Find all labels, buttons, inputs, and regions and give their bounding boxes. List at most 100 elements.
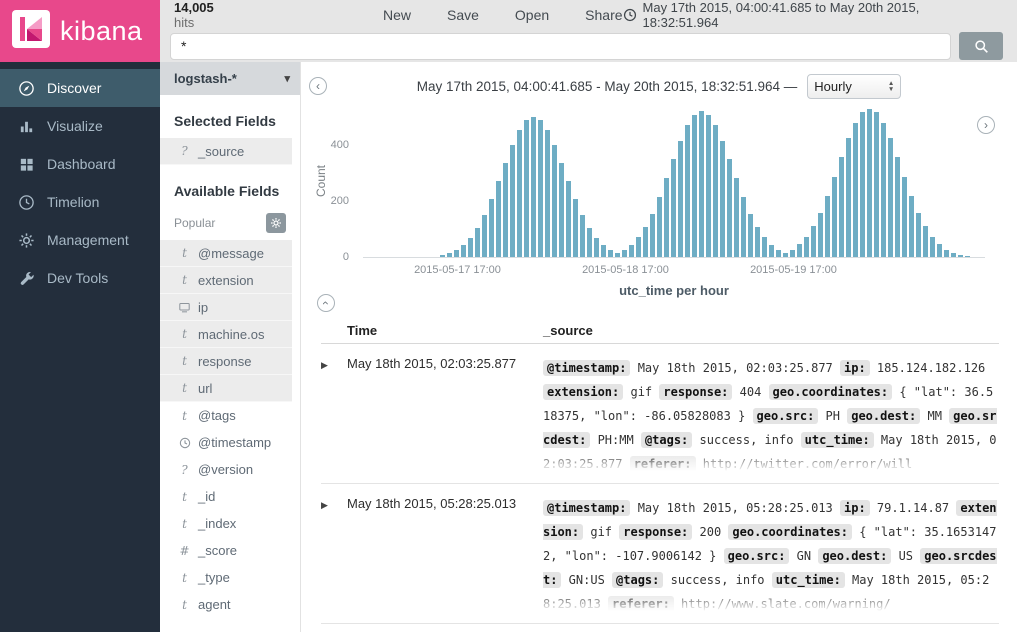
sidebar-item-dev-tools[interactable]: Dev Tools [0, 259, 160, 297]
histogram-bar[interactable] [944, 250, 949, 257]
histogram-bar[interactable] [678, 141, 683, 257]
field-extension[interactable]: textension [160, 267, 292, 294]
histogram-bar[interactable] [643, 227, 648, 257]
histogram-bar[interactable] [699, 111, 704, 257]
histogram-bar[interactable] [601, 245, 606, 257]
histogram-bar[interactable] [818, 213, 823, 257]
field--index[interactable]: t_index [174, 510, 286, 537]
expand-row-button[interactable]: ▶ [321, 356, 347, 474]
field--source[interactable]: ?_source [160, 138, 292, 165]
field--timestamp[interactable]: @timestamp [174, 429, 286, 456]
histogram-bar[interactable] [692, 115, 697, 257]
histogram-bar[interactable] [657, 197, 662, 257]
histogram-bar[interactable] [755, 227, 760, 257]
histogram-bar[interactable] [629, 245, 634, 257]
field--message[interactable]: t@message [160, 240, 292, 267]
column-header-time[interactable]: Time [347, 323, 543, 338]
histogram-bar[interactable] [615, 253, 620, 257]
histogram-bar[interactable] [489, 199, 494, 257]
histogram-bar[interactable] [559, 163, 564, 257]
histogram-bar[interactable] [937, 244, 942, 257]
field-settings-button[interactable] [266, 213, 286, 233]
histogram-bar[interactable] [454, 250, 459, 257]
histogram-bar[interactable] [685, 125, 690, 257]
search-button[interactable] [959, 32, 1003, 60]
sidebar-item-discover[interactable]: Discover [0, 69, 160, 107]
histogram-bar[interactable] [566, 181, 571, 257]
field--tags[interactable]: t@tags [174, 402, 286, 429]
histogram-bar[interactable] [951, 253, 956, 257]
histogram-bar[interactable] [776, 250, 781, 257]
histogram-bar[interactable] [706, 115, 711, 257]
histogram-bar[interactable] [622, 250, 627, 257]
histogram-bar[interactable] [769, 245, 774, 257]
histogram-bar[interactable] [853, 123, 858, 257]
sidebar-item-visualize[interactable]: Visualize [0, 107, 160, 145]
histogram-bar[interactable] [895, 157, 900, 257]
histogram-bar[interactable] [468, 238, 473, 257]
expand-row-button[interactable]: ▶ [321, 496, 347, 614]
sidebar-item-dashboard[interactable]: Dashboard [0, 145, 160, 183]
interval-select[interactable]: Hourly ▲▼ [807, 74, 901, 99]
histogram-bar[interactable] [664, 178, 669, 257]
histogram-bar[interactable] [839, 157, 844, 257]
nav-save-link[interactable]: Save [447, 7, 479, 23]
histogram-bar[interactable] [790, 250, 795, 257]
histogram-bar[interactable] [587, 228, 592, 257]
nav-share-link[interactable]: Share [585, 7, 622, 23]
histogram-bar[interactable] [741, 197, 746, 257]
field-response[interactable]: tresponse [160, 348, 292, 375]
histogram-bar[interactable] [909, 196, 914, 257]
histogram-bar[interactable] [475, 228, 480, 257]
histogram-bar[interactable] [762, 237, 767, 257]
histogram-bar[interactable] [503, 163, 508, 257]
histogram-bar[interactable] [461, 245, 466, 257]
histogram-bar[interactable] [916, 213, 921, 257]
search-input[interactable] [170, 33, 951, 60]
histogram-bar[interactable] [531, 117, 536, 257]
field-url[interactable]: turl [160, 375, 292, 402]
histogram-bar[interactable] [965, 256, 970, 257]
histogram-bar[interactable] [538, 120, 543, 257]
field-agent[interactable]: tagent [174, 591, 286, 618]
histogram-bar[interactable] [447, 253, 452, 257]
nav-open-link[interactable]: Open [515, 7, 549, 23]
histogram-bar[interactable] [958, 255, 963, 257]
histogram-bar[interactable] [510, 145, 515, 257]
histogram-bar[interactable] [482, 215, 487, 257]
histogram-bar[interactable] [811, 226, 816, 257]
histogram-bar[interactable] [923, 226, 928, 257]
histogram-bar[interactable] [608, 250, 613, 257]
histogram-bar[interactable] [671, 159, 676, 257]
histogram-bar[interactable] [573, 199, 578, 257]
timepicker-button[interactable]: May 17th 2015, 04:00:41.685 to May 20th … [623, 0, 995, 30]
histogram-bar[interactable] [888, 138, 893, 257]
collapse-chart-button[interactable]: ‹ [317, 294, 335, 312]
kibana-logo-icon[interactable] [12, 10, 50, 53]
histogram-bar[interactable] [545, 130, 550, 257]
histogram-bar[interactable] [881, 123, 886, 257]
histogram-bar[interactable] [440, 255, 445, 257]
histogram-bar[interactable] [902, 177, 907, 257]
histogram-bar[interactable] [496, 181, 501, 257]
histogram-bar[interactable] [580, 215, 585, 257]
sidebar-item-timelion[interactable]: Timelion [0, 183, 160, 221]
field--version[interactable]: ?@version [174, 456, 286, 483]
histogram-bar[interactable] [720, 141, 725, 257]
field--id[interactable]: t_id [174, 483, 286, 510]
histogram-bar[interactable] [650, 214, 655, 257]
histogram-bar[interactable] [825, 196, 830, 257]
field-ip[interactable]: ip [160, 294, 292, 321]
field--type[interactable]: t_type [174, 564, 286, 591]
sidebar-item-management[interactable]: Management [0, 221, 160, 259]
histogram-bar[interactable] [552, 145, 557, 257]
histogram-bar[interactable] [783, 253, 788, 257]
field--score[interactable]: #_score [174, 537, 286, 564]
histogram-bar[interactable] [636, 237, 641, 257]
histogram-bar[interactable] [804, 237, 809, 257]
histogram-bar[interactable] [846, 138, 851, 257]
histogram-bar[interactable] [594, 238, 599, 257]
histogram-bar[interactable] [930, 237, 935, 257]
histogram-bar[interactable] [748, 214, 753, 257]
histogram-bar[interactable] [874, 112, 879, 257]
